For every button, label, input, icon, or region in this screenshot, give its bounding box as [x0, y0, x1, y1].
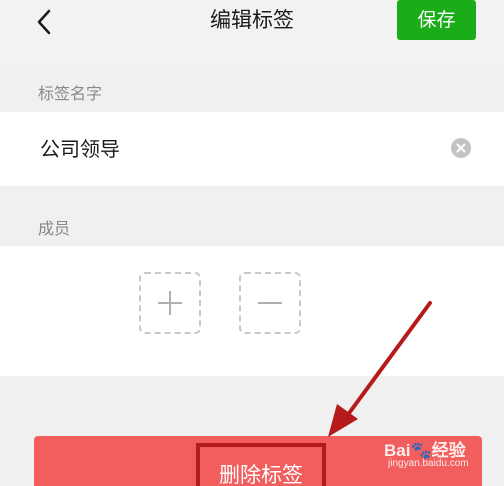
plus-icon	[158, 291, 182, 315]
delete-tag-label[interactable]: 删除标签	[200, 461, 322, 486]
highlight-box: 删除标签	[196, 443, 326, 486]
edit-tag-screen: 编辑标签 保存 标签名字 公司领导 成员 删除标签 Bai🐾经验 jingyan…	[0, 0, 504, 486]
remove-member-button[interactable]	[239, 272, 301, 334]
clear-input-button[interactable]	[451, 138, 471, 158]
tag-name-label: 标签名字	[38, 84, 103, 103]
add-member-button[interactable]	[139, 272, 201, 334]
members-panel	[0, 246, 504, 376]
tag-name-field[interactable]: 公司领导	[0, 112, 504, 186]
minus-icon	[258, 302, 282, 304]
clear-icon	[456, 143, 466, 153]
members-label: 成员	[38, 219, 71, 238]
annotation-arrow	[328, 301, 432, 437]
navigation-bar: 编辑标签 保存	[0, 0, 504, 66]
tag-name-value[interactable]: 公司领导	[40, 134, 120, 164]
save-button[interactable]: 保存	[397, 0, 476, 40]
